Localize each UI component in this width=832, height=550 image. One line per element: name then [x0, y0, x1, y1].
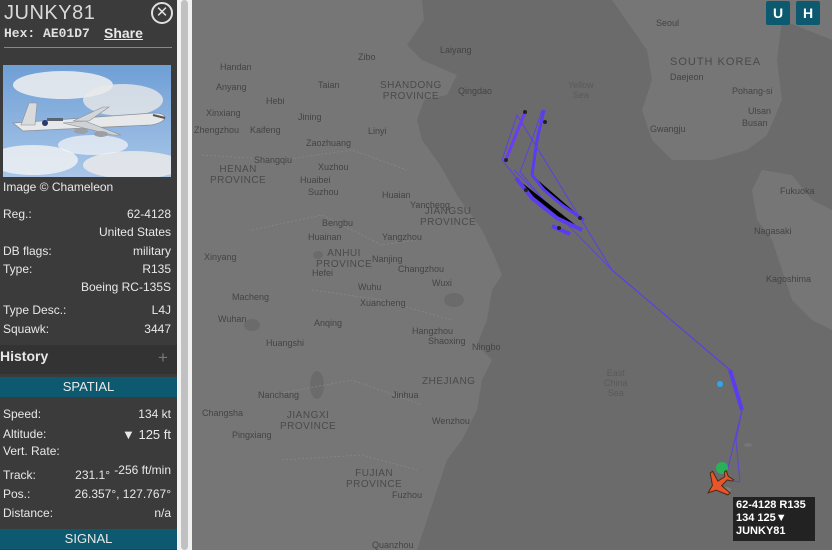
scrollbar-thumb[interactable] — [181, 0, 188, 550]
track-point — [557, 226, 561, 230]
aircraft-map-label[interactable]: 62-4128 R135 134 125▼ JUNKY81 — [733, 497, 815, 541]
track-point — [578, 216, 582, 220]
field-key: Reg.: — [3, 207, 32, 221]
label-speed-alt: 134 125▼ — [736, 512, 787, 524]
history-heading[interactable]: History — [0, 348, 48, 364]
field-key: Track: — [3, 468, 36, 482]
map-view[interactable]: SHANDONG PROVINCE HENAN PROVINCE JIANGSU PR… — [192, 0, 832, 550]
field-key: Vert. Rate: — [3, 444, 60, 458]
field-key: Type Desc.: — [3, 303, 67, 317]
expand-plus-icon[interactable]: + — [158, 348, 168, 368]
map-button-h[interactable]: H — [796, 1, 820, 25]
vert-rate-value: -256 ft/min — [114, 463, 171, 477]
hex-row: Hex: AE01D7 — [4, 26, 90, 41]
track-thin-line — [501, 109, 743, 483]
track-point — [524, 188, 528, 192]
field-key: Distance: — [3, 506, 54, 520]
field-key: Speed: — [3, 407, 42, 421]
image-credit: Image © Chameleon — [3, 180, 114, 194]
track-segment — [728, 369, 744, 411]
track-point — [504, 158, 508, 162]
field-value: 134 kt — [138, 407, 171, 421]
aircraft-photo[interactable] — [3, 65, 171, 177]
field-value: military — [133, 244, 171, 258]
close-icon[interactable]: ✕ — [151, 2, 173, 24]
divider — [4, 47, 172, 48]
track-value: 231.1° — [75, 468, 110, 482]
track-segment — [551, 224, 571, 236]
field-value: R135 — [142, 262, 171, 276]
aircraft-callsign: JUNKY81 — [4, 2, 96, 24]
hex-value: AE01D7 — [43, 26, 90, 41]
field-value: 26.357°, 127.767° — [74, 487, 171, 501]
field-key: Squawk: — [3, 322, 50, 336]
field-value: United States — [98, 225, 171, 239]
field-key: Altitude: — [3, 427, 47, 441]
flight-track — [501, 109, 744, 496]
track-point — [523, 110, 527, 114]
field-value: Boeing RC-135S — [80, 280, 171, 294]
spatial-section-header[interactable]: SPATIAL — [0, 377, 177, 397]
panel-scrollbar[interactable] — [177, 0, 192, 550]
field-value: 3447 — [144, 322, 171, 336]
track-point — [717, 381, 723, 387]
field-value: n/a — [154, 506, 171, 520]
share-link[interactable]: Share — [104, 25, 143, 41]
field-key: Pos.: — [3, 487, 31, 501]
label-callsign: JUNKY81 — [736, 525, 786, 537]
map-button-u[interactable]: U — [766, 1, 790, 25]
track-point — [543, 120, 547, 124]
field-value: ▼ 125 ft — [121, 427, 171, 442]
field-key: DB flags: — [3, 244, 52, 258]
field-value: 62-4128 — [126, 207, 171, 221]
field-value: L4J — [151, 303, 171, 317]
aircraft-info-panel: JUNKY81 ✕ Hex: AE01D7 Share Image © Cham… — [0, 0, 177, 550]
field-key: Type: — [3, 262, 33, 276]
signal-section-header[interactable]: SIGNAL — [0, 529, 177, 549]
hex-label: Hex: — [4, 26, 36, 41]
label-reg-type: 62-4128 R135 — [736, 499, 806, 511]
